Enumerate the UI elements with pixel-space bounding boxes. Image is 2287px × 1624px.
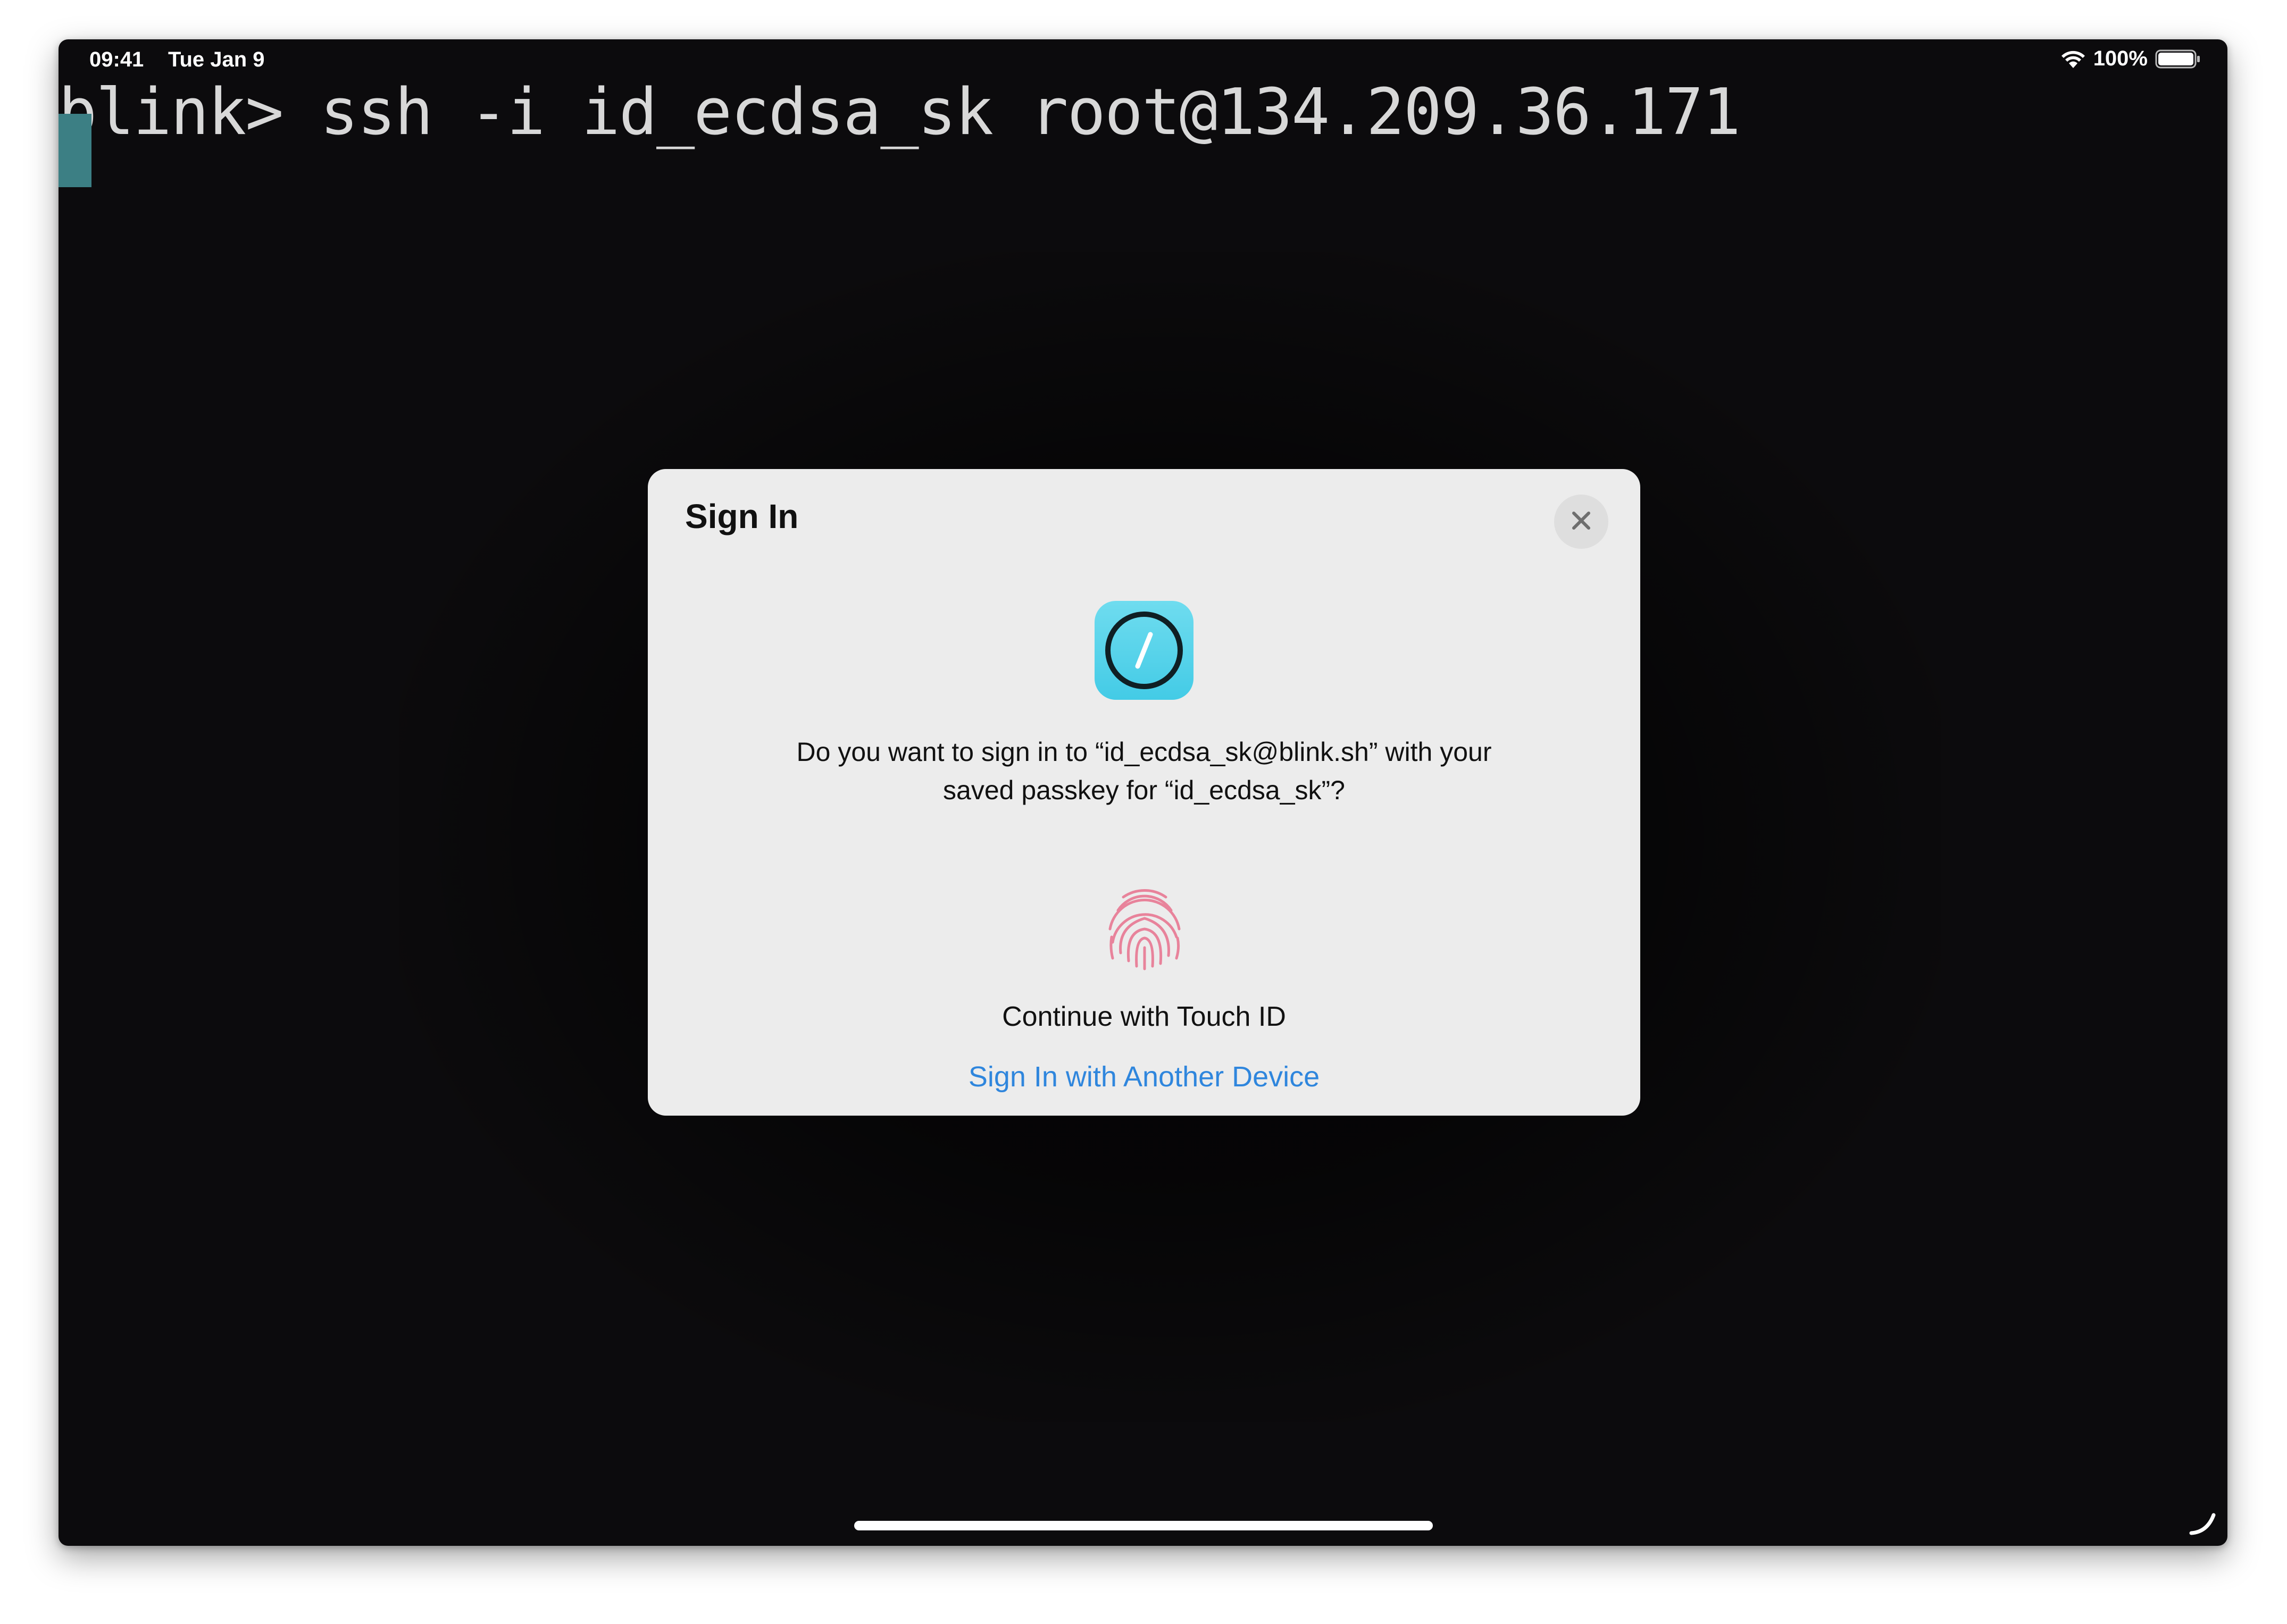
touch-id-label[interactable]: Continue with Touch ID [648,1001,1640,1033]
status-date: Tue Jan 9 [168,48,265,71]
terminal-prompt-line[interactable]: blink> ssh -i id_ecdsa_sk root@134.209.3… [59,76,1741,150]
home-indicator[interactable] [854,1521,1433,1530]
dialog-message-line1: Do you want to sign in to “id_ecdsa_sk@b… [796,737,1492,767]
battery-percent: 100% [2093,47,2148,70]
sign-in-another-device-link[interactable]: Sign In with Another Device [648,1060,1640,1093]
close-button[interactable] [1554,495,1608,549]
battery-icon [2155,48,2201,70]
wifi-icon [2060,49,2086,69]
terminal-cursor [59,114,91,187]
dialog-title: Sign In [685,497,799,535]
close-icon [1570,509,1593,535]
sign-in-dialog: Sign In Do you want to sign in to “id_ec… [648,469,1640,1116]
fingerprint-icon[interactable] [1097,878,1192,974]
status-right: 100% [2060,47,2201,71]
dialog-message-line2: saved passkey for “id_ecdsa_sk”? [943,775,1345,805]
blink-app-icon [1095,601,1193,700]
status-time: 09:41 [89,48,144,71]
dialog-message: Do you want to sign in to “id_ecdsa_sk@b… [712,733,1576,809]
resize-handle-icon[interactable] [2186,1505,2218,1537]
ipad-screen: blink> ssh -i id_ecdsa_sk root@134.209.3… [59,39,2227,1546]
